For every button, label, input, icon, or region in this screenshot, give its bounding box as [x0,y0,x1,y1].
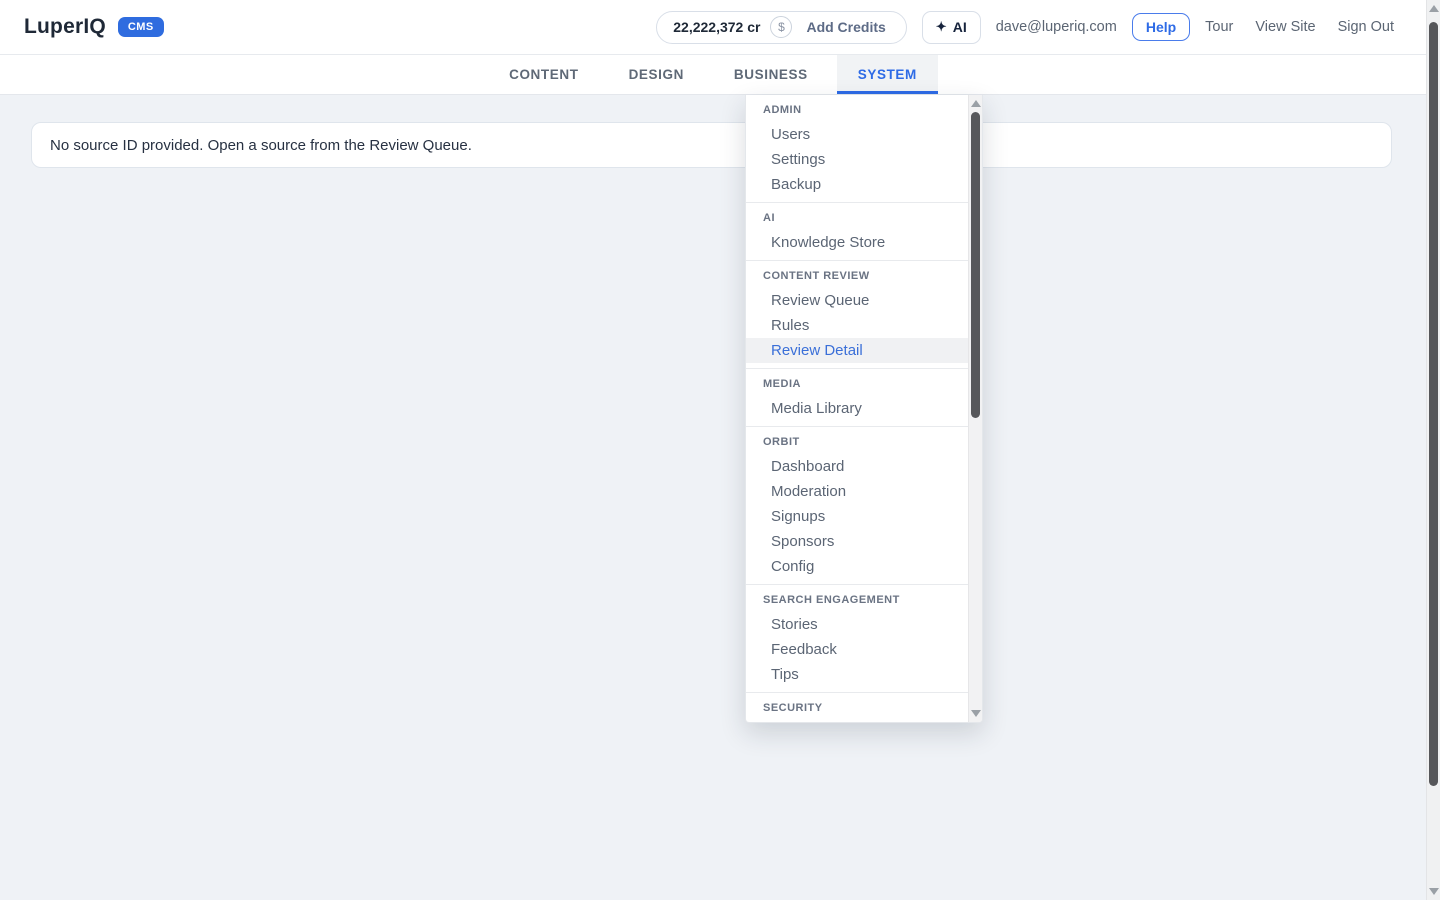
menu-section-security: SECURITY Dashboard [746,692,970,723]
account-email: dave@luperiq.com [996,19,1117,35]
menu-section-orbit: ORBIT Dashboard Moderation Signups Spons… [746,426,970,584]
ai-button[interactable]: ✦ AI [922,11,981,44]
main-nav: CONTENT DESIGN BUSINESS SYSTEM [0,55,1426,95]
tab-content[interactable]: CONTENT [488,55,599,94]
menu-item-stories[interactable]: Stories [746,612,970,637]
menu-item-dashboard[interactable]: Dashboard [746,454,970,479]
view-site-link[interactable]: View Site [1255,19,1315,35]
credits-amount: 22,222,372 cr [673,19,760,35]
system-dropdown-menu: ADMIN Users Settings Backup AI Knowledge… [745,95,983,723]
menu-section-search-engagement: SEARCH ENGAGEMENT Stories Feedback Tips [746,584,970,692]
menu-item-knowledge-store[interactable]: Knowledge Store [746,230,970,255]
menu-section-content-review: CONTENT REVIEW Review Queue Rules Review… [746,260,970,368]
menu-item-moderation[interactable]: Moderation [746,479,970,504]
app-header: LuperIQ CMS 22,222,372 cr $ Add Credits … [0,0,1426,55]
ai-button-label: AI [953,19,967,35]
sparkle-icon: ✦ [936,19,947,35]
menu-item-media-library[interactable]: Media Library [746,396,970,421]
menu-item-backup[interactable]: Backup [746,172,970,197]
scroll-up-arrow-icon[interactable] [971,100,981,107]
scroll-up-arrow-icon[interactable] [1429,5,1439,12]
menu-item-config[interactable]: Config [746,554,970,579]
menu-section-media: MEDIA Media Library [746,368,970,426]
dropdown-scrollbar-thumb[interactable] [971,112,980,418]
add-credits-button[interactable]: Add Credits [802,19,889,35]
menu-section-ai: AI Knowledge Store [746,202,970,260]
dropdown-scrollbar[interactable] [968,95,982,722]
credits-pill: 22,222,372 cr $ Add Credits [656,11,907,44]
menu-section-header: SECURITY [746,701,970,716]
tour-link[interactable]: Tour [1205,19,1233,35]
alert-text: No source ID provided. Open a source fro… [50,137,472,154]
menu-section-header: ADMIN [746,103,970,118]
menu-item-signups[interactable]: Signups [746,504,970,529]
menu-item-review-queue[interactable]: Review Queue [746,288,970,313]
tab-system[interactable]: SYSTEM [837,55,938,94]
page: LuperIQ CMS 22,222,372 cr $ Add Credits … [0,0,1426,900]
page-scrollbar[interactable] [1426,0,1440,900]
menu-body: ADMIN Users Settings Backup AI Knowledge… [746,95,970,723]
menu-item-tips[interactable]: Tips [746,662,970,687]
help-button[interactable]: Help [1132,13,1190,41]
menu-item-users[interactable]: Users [746,122,970,147]
alert-no-source: No source ID provided. Open a source fro… [31,122,1392,168]
menu-section-admin: ADMIN Users Settings Backup [746,95,970,202]
menu-section-header: SEARCH ENGAGEMENT [746,593,970,608]
menu-section-header: ORBIT [746,435,970,450]
menu-item-feedback[interactable]: Feedback [746,637,970,662]
cms-badge: CMS [118,17,164,37]
brand-name: LuperIQ [24,15,106,39]
menu-section-header: MEDIA [746,377,970,392]
menu-item-settings[interactable]: Settings [746,147,970,172]
sign-out-link[interactable]: Sign Out [1338,19,1394,35]
brand: LuperIQ CMS [24,15,164,39]
header-right: 22,222,372 cr $ Add Credits ✦ AI dave@lu… [656,11,1394,44]
dollar-icon: $ [770,16,792,38]
scroll-down-arrow-icon[interactable] [971,710,981,717]
scroll-down-arrow-icon[interactable] [1429,888,1439,895]
menu-item-sponsors[interactable]: Sponsors [746,529,970,554]
page-scrollbar-thumb[interactable] [1429,22,1438,786]
menu-item-rules[interactable]: Rules [746,313,970,338]
tab-business[interactable]: BUSINESS [713,55,829,94]
menu-section-header: CONTENT REVIEW [746,269,970,284]
menu-section-header: AI [746,211,970,226]
tab-design[interactable]: DESIGN [608,55,705,94]
menu-item-security-dashboard[interactable]: Dashboard [746,720,970,723]
menu-item-review-detail[interactable]: Review Detail [746,338,970,363]
content-area: No source ID provided. Open a source fro… [0,95,1426,899]
